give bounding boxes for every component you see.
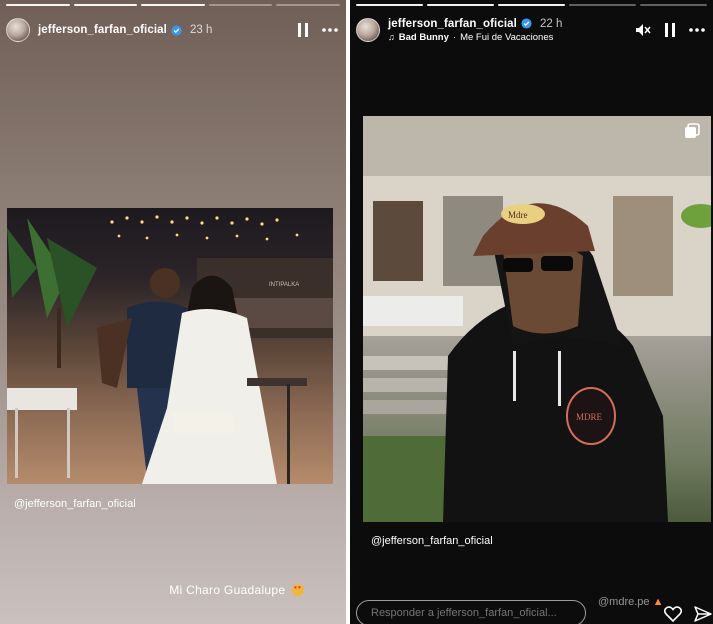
more-icon bbox=[689, 28, 705, 32]
muted-speaker-icon bbox=[636, 24, 651, 36]
avatar[interactable] bbox=[6, 18, 30, 42]
pause-icon bbox=[665, 23, 675, 37]
photo-scene: Mdre MDRE bbox=[363, 116, 711, 522]
verified-badge-icon bbox=[521, 18, 532, 29]
more-icon bbox=[322, 28, 338, 32]
mention-sticker[interactable]: @jefferson_farfan_oficial bbox=[14, 498, 136, 510]
progress-segment bbox=[141, 4, 205, 6]
watermark-text: @mdre.pe bbox=[598, 596, 650, 608]
music-song: Me Fui de Vacaciones bbox=[460, 31, 554, 43]
story-progress-bar bbox=[6, 4, 340, 6]
mention-sticker[interactable]: @jefferson_farfan_oficial bbox=[371, 535, 493, 547]
progress-segment bbox=[569, 4, 636, 6]
story-header-info: jefferson_farfan_oficial 23 h bbox=[38, 24, 212, 36]
like-button[interactable] bbox=[663, 606, 683, 624]
post-time: 23 h bbox=[189, 24, 213, 36]
progress-segment bbox=[640, 4, 707, 6]
right-story[interactable]: jefferson_farfan_oficial 22 h ♫ Bad Bunn… bbox=[350, 0, 713, 624]
send-icon bbox=[694, 606, 712, 622]
progress-segment bbox=[498, 4, 565, 6]
progress-segment bbox=[427, 4, 494, 6]
left-story[interactable]: jefferson_farfan_oficial 23 h INTIPALKA … bbox=[0, 0, 346, 624]
music-note-icon: ♫ bbox=[388, 32, 395, 42]
username[interactable]: jefferson_farfan_oficial bbox=[38, 24, 167, 36]
progress-segment bbox=[73, 4, 138, 6]
story-caption: Mi Charo Guadalupe bbox=[169, 583, 304, 597]
pause-icon bbox=[298, 23, 308, 37]
progress-segment bbox=[6, 4, 70, 6]
photo-scene: INTIPALKA bbox=[7, 215, 333, 484]
watermark: @mdre.pe ▲ bbox=[598, 596, 663, 608]
more-options-button[interactable] bbox=[322, 28, 338, 32]
more-options-button[interactable] bbox=[689, 28, 705, 32]
music-attribution[interactable]: ♫ Bad Bunny · Me Fui de Vacaciones bbox=[388, 32, 562, 43]
verified-badge-icon bbox=[171, 24, 182, 36]
cap-logo: Mdre bbox=[508, 210, 528, 220]
reply-input[interactable] bbox=[356, 600, 586, 624]
heart-icon bbox=[663, 606, 683, 623]
pause-button[interactable] bbox=[665, 23, 675, 37]
share-button[interactable] bbox=[694, 606, 712, 624]
progress-segment bbox=[356, 4, 423, 6]
progress-segment bbox=[208, 4, 273, 6]
heart-eyes-emoji-icon bbox=[292, 584, 304, 596]
username[interactable]: jefferson_farfan_oficial bbox=[388, 18, 517, 30]
music-artist: Bad Bunny bbox=[398, 31, 449, 43]
avatar[interactable] bbox=[356, 18, 380, 42]
story-header-info: jefferson_farfan_oficial 22 h ♫ Bad Bunn… bbox=[388, 18, 562, 43]
hoodie-logo: MDRE bbox=[576, 412, 603, 422]
mute-button[interactable] bbox=[635, 23, 651, 37]
fire-emoji-icon: ▲ bbox=[652, 596, 664, 608]
story-header: jefferson_farfan_oficial 22 h ♫ Bad Bunn… bbox=[350, 14, 713, 46]
story-photo: Mdre MDRE bbox=[363, 116, 711, 522]
story-progress-bar bbox=[356, 4, 707, 6]
progress-segment bbox=[276, 4, 340, 6]
post-time: 22 h bbox=[539, 17, 563, 30]
pause-button[interactable] bbox=[298, 23, 308, 37]
music-separator: · bbox=[452, 31, 457, 43]
caption-text: Mi Charo Guadalupe bbox=[169, 583, 286, 597]
story-photo: INTIPALKA bbox=[7, 208, 333, 484]
venue-sign: INTIPALKA bbox=[269, 282, 299, 288]
story-header: jefferson_farfan_oficial 23 h bbox=[0, 14, 346, 46]
